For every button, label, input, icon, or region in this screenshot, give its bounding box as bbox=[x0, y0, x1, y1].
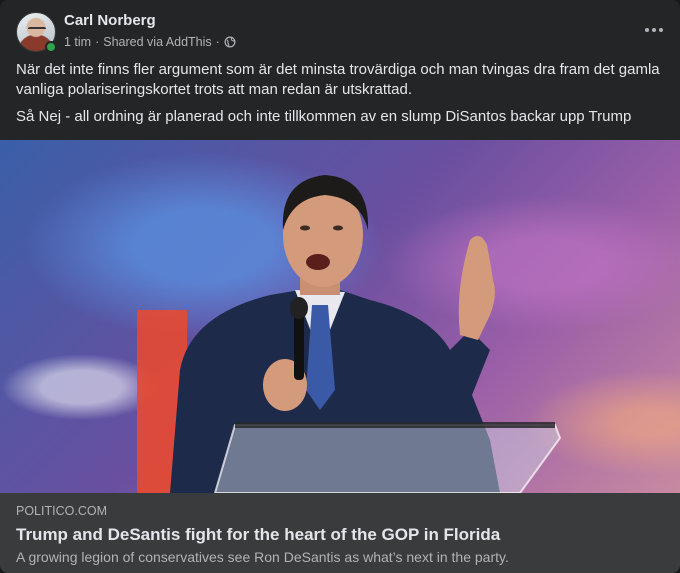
post-meta: 1 tim · Shared via AddThis · bbox=[64, 34, 236, 50]
link-title[interactable]: Trump and DeSantis fight for the heart o… bbox=[16, 524, 664, 545]
link-preview-info[interactable]: POLITICO.COM Trump and DeSantis fight fo… bbox=[0, 493, 680, 573]
shared-via-label: Shared via AddThis bbox=[103, 35, 212, 49]
online-status-indicator bbox=[45, 41, 57, 53]
post-paragraph: Så Nej - all ordning är planerad och int… bbox=[16, 108, 632, 125]
dot bbox=[659, 28, 663, 32]
post-header: Carl Norberg 1 tim · Shared via AddThis … bbox=[16, 12, 664, 54]
post-timestamp[interactable]: 1 tim bbox=[64, 34, 91, 50]
post-body: När det inte finns fler argument som är … bbox=[16, 60, 664, 134]
link-description: A growing legion of conservatives see Ro… bbox=[16, 549, 509, 565]
avatar-glasses bbox=[28, 27, 46, 31]
dot bbox=[645, 28, 649, 32]
meta-separator: · bbox=[215, 35, 220, 49]
link-domain: POLITICO.COM bbox=[16, 504, 107, 518]
dot bbox=[652, 28, 656, 32]
meta-separator: · bbox=[95, 35, 100, 49]
post-paragraph: När det inte finns fler argument som är … bbox=[16, 61, 660, 98]
globe-icon[interactable] bbox=[224, 36, 236, 48]
more-options-icon[interactable] bbox=[640, 18, 668, 42]
post-card: Carl Norberg 1 tim · Shared via AddThis … bbox=[0, 0, 680, 573]
link-preview-image[interactable] bbox=[0, 140, 680, 493]
author-name[interactable]: Carl Norberg bbox=[64, 12, 156, 30]
speaker-photo bbox=[170, 175, 562, 493]
